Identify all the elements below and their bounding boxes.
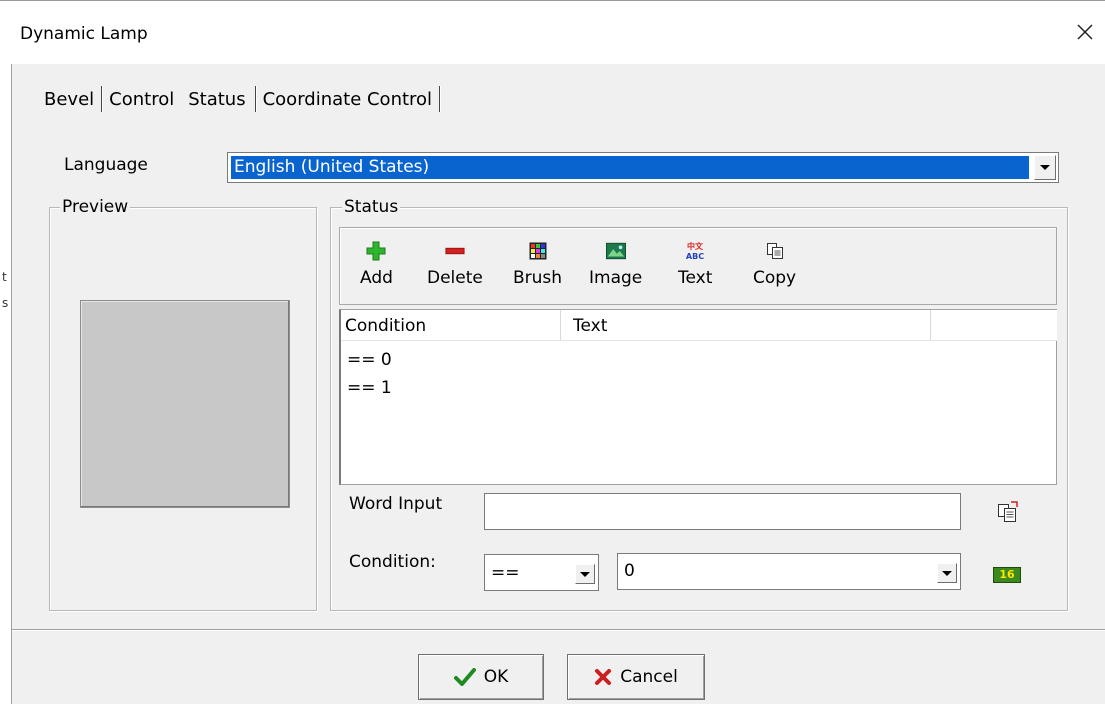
svg-text:ABC: ABC (686, 252, 704, 261)
language-dropdown-button[interactable] (1034, 155, 1056, 180)
plus-icon (366, 240, 386, 262)
chevron-down-icon (580, 571, 590, 577)
word-input-label: Word Input (349, 494, 443, 514)
list-row[interactable]: == 0 (347, 350, 392, 370)
brush-palette-icon (528, 240, 548, 262)
cancel-label: Cancel (620, 667, 678, 687)
edge-text: t (2, 270, 7, 284)
condition-label: Condition: (349, 552, 436, 572)
list-row[interactable]: == 1 (347, 378, 392, 398)
column-header-condition[interactable]: Condition (341, 310, 561, 340)
language-selected-value: English (United States) (231, 156, 1029, 179)
text-label: Text (678, 268, 713, 288)
preview-swatch (80, 300, 290, 508)
value-dropdown-button[interactable] (937, 563, 957, 583)
add-label: Add (360, 268, 393, 288)
text-abc-icon: 中文 ABC (685, 240, 705, 262)
brush-button[interactable]: Brush (513, 240, 562, 288)
brush-label: Brush (513, 268, 563, 288)
minus-icon (445, 240, 465, 262)
window-title: Dynamic Lamp (20, 24, 148, 44)
ok-button[interactable]: OK (418, 654, 544, 700)
condition-operator-select[interactable]: == (484, 554, 599, 591)
tab-bevel[interactable]: Bevel (40, 89, 98, 110)
checkmark-icon (453, 668, 476, 686)
text-button[interactable]: 中文 ABC Text (678, 240, 712, 288)
ok-label: OK (483, 667, 509, 687)
preview-group-title: Preview (60, 197, 131, 217)
copy-label: Copy (753, 268, 797, 288)
edge-text: s (2, 296, 9, 310)
chevron-down-icon (1040, 165, 1050, 170)
tab-divider (101, 86, 103, 112)
column-header-text[interactable]: Text (561, 310, 931, 340)
delete-label: Delete (427, 268, 483, 288)
status-list[interactable]: Condition Text == 0 == 1 (339, 309, 1057, 485)
image-label: Image (589, 268, 643, 288)
image-icon (605, 240, 626, 262)
chevron-down-icon (942, 570, 952, 576)
cancel-button[interactable]: Cancel (567, 654, 705, 700)
condition-operator-value: == (491, 563, 520, 583)
word-input-field[interactable] (484, 493, 961, 530)
language-label: Language (64, 155, 148, 175)
tab-divider (254, 86, 256, 112)
condition-value: 0 (624, 561, 635, 581)
add-button[interactable]: Add (360, 240, 393, 288)
language-select[interactable]: English (United States) (227, 152, 1059, 183)
close-icon[interactable] (1070, 14, 1100, 50)
status-group-title: Status (342, 197, 401, 217)
tab-status[interactable]: Status (178, 89, 251, 110)
tab-coordinate-control[interactable]: Coordinate Control (259, 89, 436, 110)
copy-icon (765, 240, 785, 262)
background-window-edge (0, 64, 12, 704)
svg-text:中文: 中文 (687, 241, 704, 251)
title-bar (0, 0, 1105, 64)
x-mark-icon (594, 668, 612, 686)
operator-dropdown-button[interactable] (575, 564, 595, 584)
image-button[interactable]: Image (589, 240, 642, 288)
hex-mode-badge[interactable]: 16 (993, 567, 1021, 583)
condition-value-select[interactable]: 0 (617, 553, 961, 590)
tab-control[interactable]: Control (105, 89, 178, 110)
tab-strip: Bevel Control Status Coordinate Control (40, 84, 443, 114)
copy-button[interactable]: Copy (753, 240, 796, 288)
tab-divider (439, 86, 441, 112)
delete-button[interactable]: Delete (427, 240, 483, 288)
separator (12, 629, 1105, 631)
list-header: Condition Text (341, 310, 1057, 341)
paste-address-icon[interactable] (996, 500, 1020, 529)
